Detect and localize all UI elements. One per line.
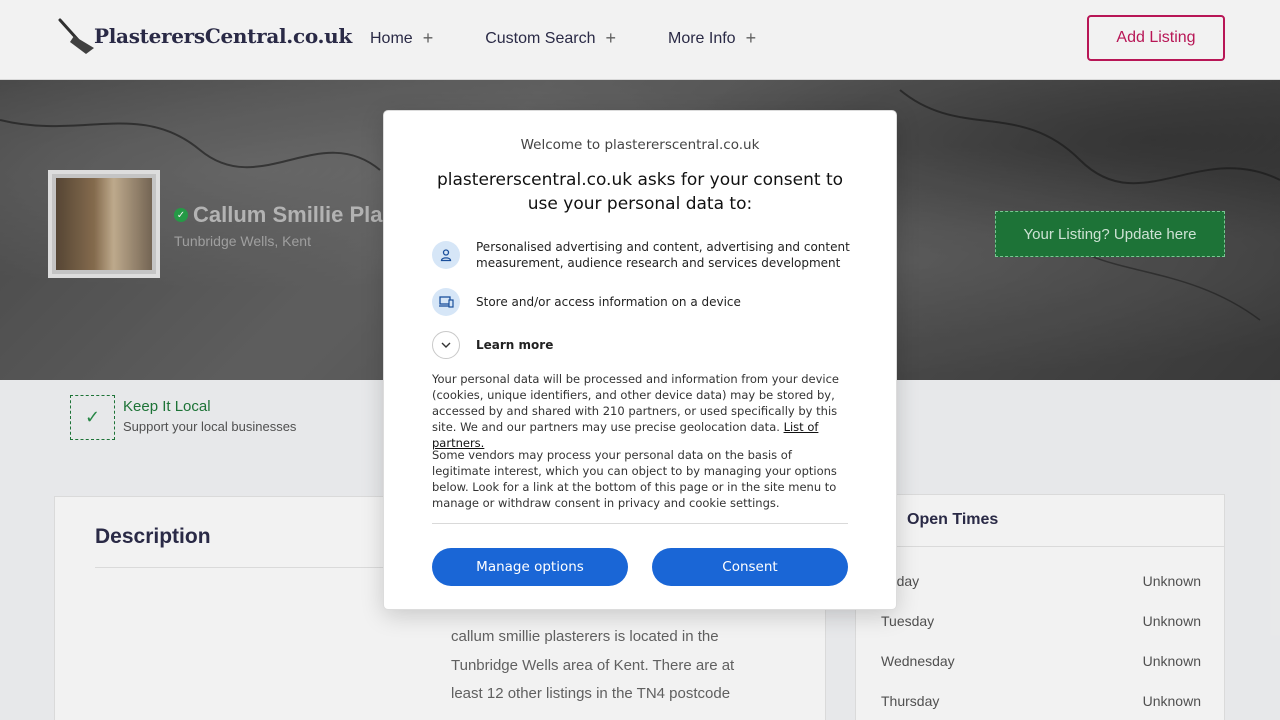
chevron-down-icon xyxy=(432,331,460,359)
divider xyxy=(432,523,848,524)
consent-dialog: Welcome to plastererscentral.co.uk plast… xyxy=(384,111,896,609)
consent-heading: plastererscentral.co.uk asks for your co… xyxy=(436,170,844,214)
consent-welcome: Welcome to plastererscentral.co.uk xyxy=(520,137,760,153)
person-icon xyxy=(432,241,460,269)
consent-paragraph-legitimate-interest: Some vendors may process your personal d… xyxy=(432,448,837,510)
manage-options-button[interactable]: Manage options xyxy=(432,548,628,586)
consent-button[interactable]: Consent xyxy=(652,548,848,586)
purpose-text: Personalised advertising and content, ad… xyxy=(476,240,850,270)
learn-more-toggle[interactable]: Learn more xyxy=(432,331,856,359)
consent-paragraph-text: Your personal data will be processed and… xyxy=(432,372,840,434)
consent-purpose: Personalised advertising and content, ad… xyxy=(432,239,856,271)
purpose-text: Store and/or access information on a dev… xyxy=(476,295,741,309)
devices-icon xyxy=(432,288,460,316)
consent-purpose: Store and/or access information on a dev… xyxy=(432,288,856,316)
consent-paragraph: Your personal data will be processed and… xyxy=(432,371,850,451)
learn-more-label: Learn more xyxy=(476,338,554,352)
